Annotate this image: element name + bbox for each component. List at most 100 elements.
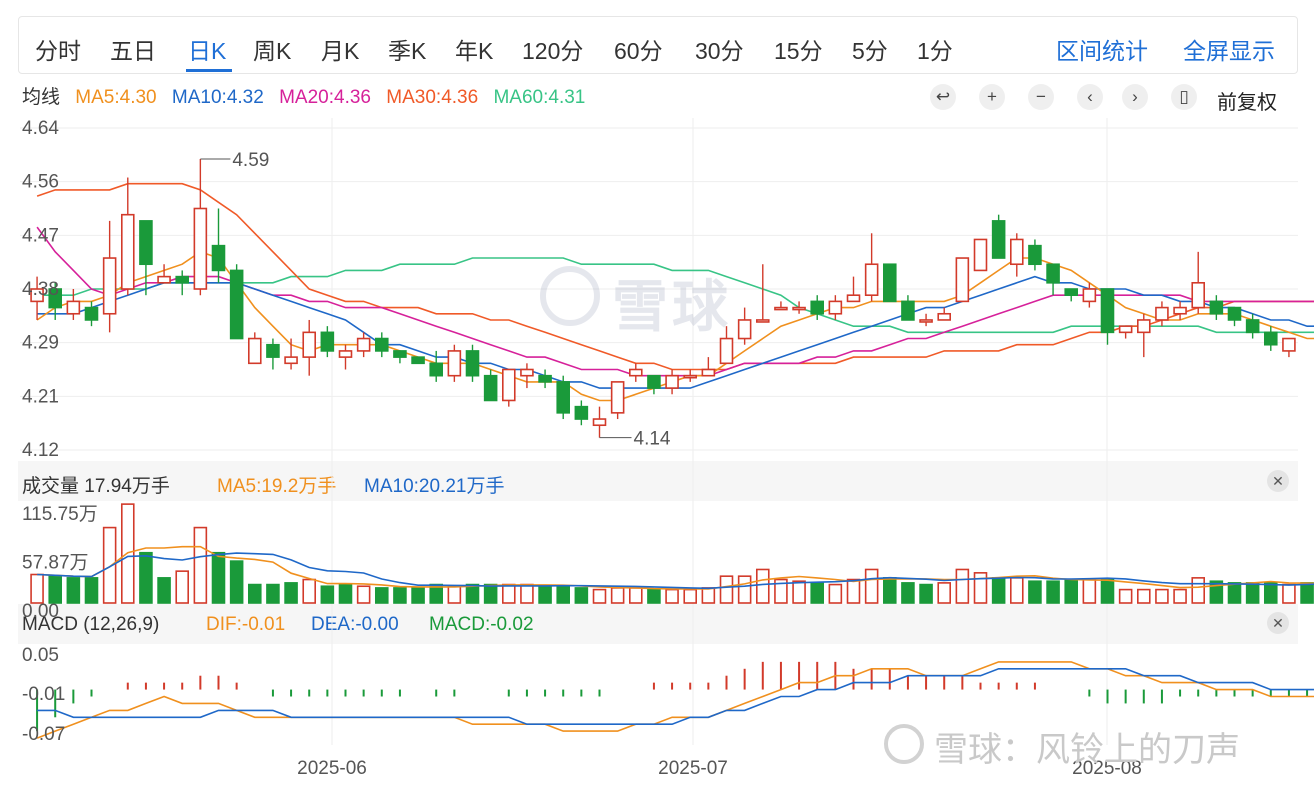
candle-body — [628, 368, 643, 377]
volume-bar — [447, 585, 462, 604]
candle-body — [1136, 319, 1151, 334]
candle-body — [1009, 238, 1024, 266]
volume-tick-label: 115.75万 — [22, 504, 98, 525]
date-tick-label: 2025-07 — [658, 758, 728, 779]
candle-body — [701, 368, 716, 377]
volume-bar — [1155, 588, 1169, 604]
candle-body — [1245, 319, 1260, 334]
candle-body — [1155, 306, 1169, 321]
candle-body — [955, 257, 970, 303]
volume-bar — [810, 582, 825, 604]
volume-bar — [1227, 582, 1242, 604]
candle-body — [120, 213, 135, 290]
candle-body — [302, 331, 317, 358]
candle-body — [1100, 288, 1115, 334]
volume-bar — [465, 583, 480, 604]
price-tick-label: 4.21 — [22, 386, 59, 407]
watermark-bottom-right: 雪球：风铃上的刀声 — [934, 731, 1240, 769]
volume-bar — [1028, 580, 1042, 604]
candle-body — [1191, 282, 1206, 309]
volume-bar — [556, 585, 571, 604]
candle-body — [1173, 306, 1187, 315]
date-tick-label: 2025-06 — [297, 758, 367, 779]
volume-bar — [411, 587, 425, 604]
candle-body — [465, 350, 480, 377]
candle-body — [846, 294, 861, 303]
candle-body — [84, 306, 99, 321]
watermark-br-logo-icon — [884, 724, 924, 764]
candle-body — [175, 275, 190, 284]
candle-body — [1082, 288, 1097, 303]
volume-bar — [901, 582, 915, 604]
candle-body — [447, 350, 462, 377]
candle-body — [665, 374, 679, 389]
volume-bar — [1082, 578, 1097, 604]
candle-body — [1227, 306, 1242, 321]
volume-bar — [1300, 582, 1314, 604]
volume-bar — [574, 587, 589, 604]
volume-bar — [229, 560, 244, 604]
volume-bar — [610, 587, 625, 604]
volume-bar — [937, 582, 952, 604]
volume-bar — [374, 587, 389, 604]
volume-bar — [737, 575, 752, 604]
candle-body — [828, 300, 843, 315]
high-label: 4.59 — [232, 150, 269, 171]
candle-body — [193, 207, 208, 290]
volume-bar — [175, 570, 190, 604]
candle-body — [901, 300, 915, 321]
candle-body — [864, 263, 879, 296]
macd-tick-label: 0.05 — [22, 645, 59, 666]
candle-body — [882, 263, 897, 303]
candle-body — [356, 337, 371, 352]
candle-body — [66, 300, 81, 315]
watermark-logo-icon — [540, 266, 600, 326]
volume-bar — [84, 577, 99, 604]
volume-bar — [1118, 588, 1133, 604]
candle-body — [211, 244, 226, 272]
candle-body — [266, 343, 280, 358]
price-tick-label: 4.64 — [22, 118, 59, 139]
candle-body — [1046, 263, 1060, 284]
candle-body — [393, 350, 407, 358]
price-tick-label: 4.29 — [22, 333, 59, 354]
volume-bar — [592, 588, 607, 604]
volume-bar — [393, 587, 407, 604]
kline-chart[interactable]: 4.64 4.56 4.47 4.38 4.29 4.21 4.12 4.59 4.14 115.… — [0, 0, 1314, 788]
volume-tick-label: 0.00 — [22, 601, 59, 622]
candle-body — [429, 362, 444, 377]
volume-bar — [266, 583, 280, 604]
volume-bar — [991, 577, 1006, 604]
volume-bar — [955, 568, 970, 604]
volume-bar — [338, 583, 353, 604]
candle-body — [1263, 331, 1278, 346]
candle-body — [338, 350, 353, 358]
candle-body — [991, 220, 1006, 259]
candle-body — [1118, 325, 1133, 334]
volume-bar — [1282, 583, 1296, 604]
volume-bar — [538, 585, 552, 604]
volume-ma10-line — [37, 552, 1314, 590]
candle-body — [157, 275, 171, 284]
volume-bar — [1009, 577, 1024, 604]
volume-bar — [48, 575, 63, 604]
volume-bar — [501, 583, 516, 604]
volume-bar — [520, 583, 534, 604]
price-tick-label: 4.38 — [22, 279, 59, 300]
volume-bar — [701, 587, 716, 604]
candle-body — [139, 220, 153, 266]
candle-body — [538, 374, 552, 383]
candle-body — [647, 374, 661, 389]
candle-body — [556, 381, 571, 414]
volume-bar — [211, 551, 226, 604]
volume-bar — [1191, 577, 1206, 604]
volume-bar — [1064, 578, 1079, 604]
candle-body — [501, 368, 516, 402]
candle-body — [973, 238, 988, 272]
volume-bar — [1173, 588, 1187, 604]
price-tick-label: 4.47 — [22, 225, 59, 246]
volume-bar — [1245, 582, 1260, 604]
volume-bar — [973, 572, 988, 604]
macd-tick-label: -0.07 — [22, 724, 65, 745]
candle-body — [411, 356, 425, 365]
